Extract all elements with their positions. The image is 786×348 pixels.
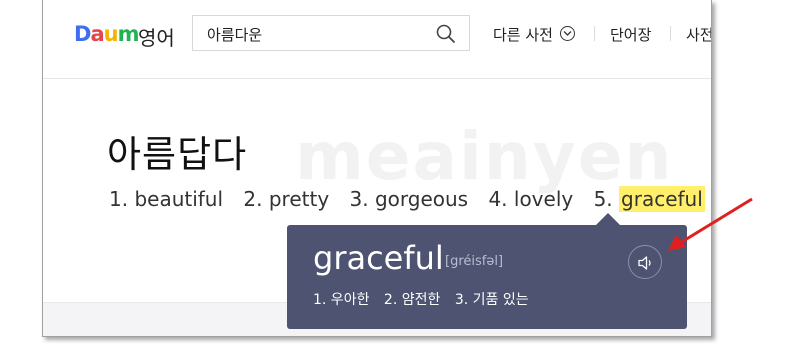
word-popup: graceful [gréisfəl] 1. 우아한 2. 얌전한 3. 기품 … (287, 225, 687, 329)
meaning-item: 5. (593, 187, 620, 211)
nav-divider (670, 26, 671, 41)
search-box[interactable]: 아름다운 (192, 15, 470, 51)
popup-meaning-item: 1. 우아한 (313, 292, 370, 308)
entry-word: 아름답다 (107, 133, 248, 176)
nav-dictionary[interactable]: 사전 (686, 24, 711, 45)
red-arrow-annotation (668, 197, 753, 251)
nav-other-dictionaries[interactable]: 다른 사전 (493, 24, 575, 45)
meaning-item[interactable]: 1. beautiful (109, 187, 223, 211)
entry-meanings: 1. beautiful 2. pretty 3. gorgeous 4. lo… (109, 186, 705, 212)
nav-wordbook[interactable]: 단어장 (610, 24, 651, 45)
popup-meaning-item: 3. 기품 있는 (454, 292, 529, 308)
popup-phonetic: [gréisfəl] (445, 254, 504, 269)
section-title[interactable]: 영어 (138, 22, 175, 51)
popup-meanings: 1. 우아한 2. 얌전한 3. 기품 있는 (313, 289, 539, 309)
popup-word: graceful (313, 239, 444, 277)
popup-caret (596, 213, 620, 225)
daum-logo[interactable]: Daum (74, 22, 139, 46)
nav-divider (594, 26, 595, 41)
speaker-icon (638, 256, 651, 270)
speaker-button[interactable] (628, 245, 662, 279)
meaning-item[interactable]: 4. lovely (488, 187, 573, 211)
nav-other-dictionaries-label: 다른 사전 (493, 26, 553, 44)
search-input[interactable]: 아름다운 (207, 24, 262, 45)
chevron-down-icon (559, 26, 575, 41)
search-icon[interactable] (436, 24, 456, 44)
watermark: meainyen (295, 118, 674, 195)
header: Daum 영어 아름다운 다른 사전 단어장 사전 (43, 0, 711, 79)
popup-meaning-item: 2. 얌전한 (383, 292, 441, 308)
meaning-item[interactable]: 3. gorgeous (350, 187, 469, 211)
meaning-item[interactable]: 2. pretty (243, 187, 329, 211)
